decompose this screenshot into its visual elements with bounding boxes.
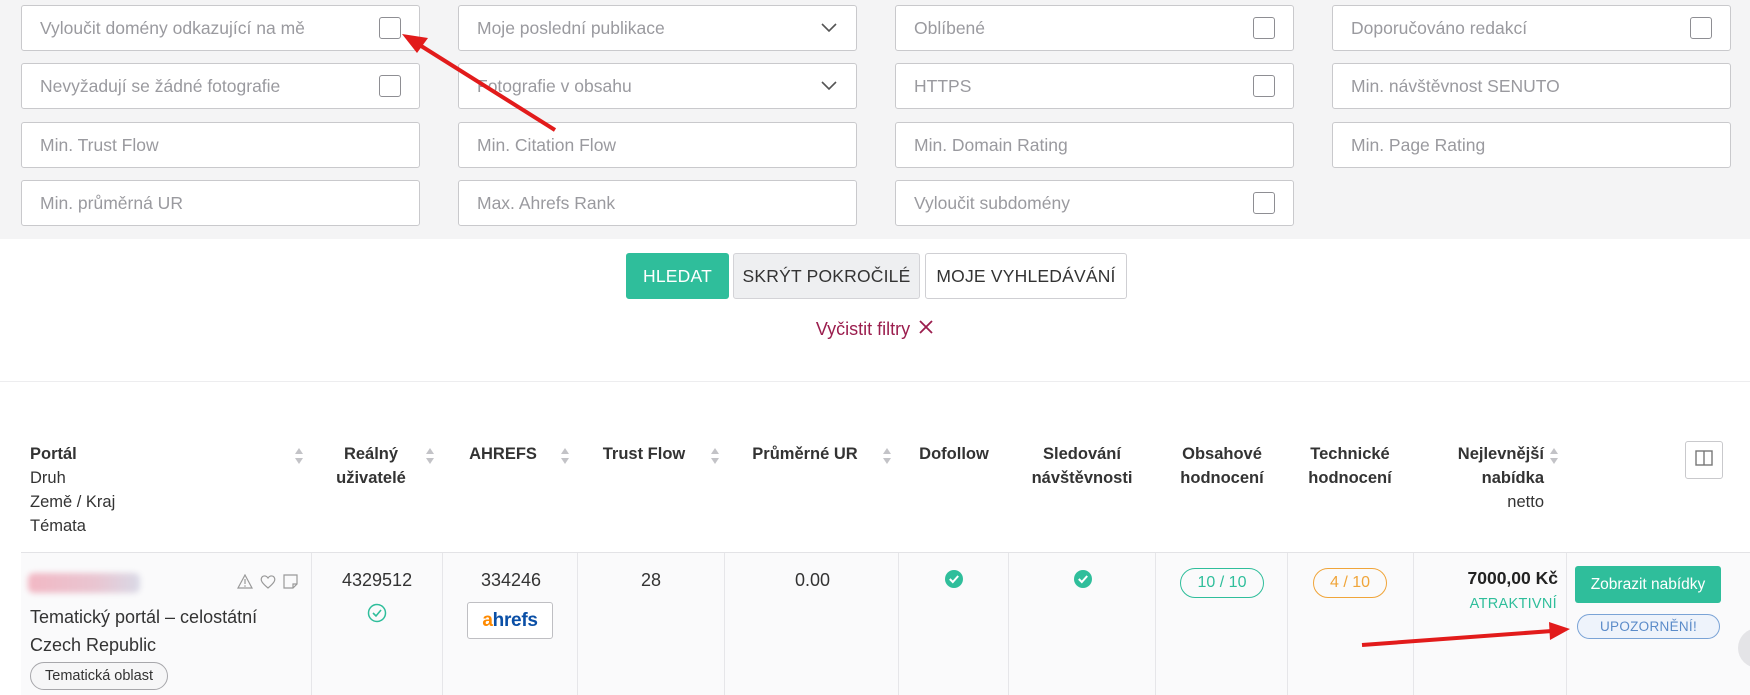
price-attractive-label: ATRAKTIVNÍ bbox=[1469, 596, 1557, 612]
avg-ur-value: 0.00 bbox=[795, 570, 831, 590]
editor-recommended-checkbox-field[interactable]: Doporučováno redakcí bbox=[1332, 5, 1731, 51]
header-cheapest-offer[interactable]: Nejlevnější nabídka netto bbox=[1440, 442, 1544, 514]
my-last-publications-select[interactable]: Moje poslední publikace bbox=[458, 5, 857, 51]
column-settings-button[interactable] bbox=[1685, 441, 1723, 479]
portal-country: Czech Republic bbox=[30, 635, 157, 655]
header-ahrefs[interactable]: AHREFS bbox=[466, 442, 540, 466]
note-icon[interactable] bbox=[283, 574, 298, 594]
exclude-referring-domains-checkbox-field[interactable]: Vyloučit domény odkazující na mě bbox=[21, 5, 420, 51]
exclude-subdomains-checkbox-field[interactable]: Vyloučit subdomény bbox=[895, 180, 1294, 226]
min-citation-flow-input[interactable]: Min. Citation Flow bbox=[458, 122, 857, 168]
sort-icon[interactable] bbox=[425, 447, 435, 465]
cheapest-price: 7000,00 Kč bbox=[1467, 568, 1559, 588]
chevron-down-icon bbox=[820, 22, 838, 34]
warning-icon[interactable] bbox=[236, 573, 254, 594]
header-portal[interactable]: Portál Druh Země / Kraj Témata bbox=[30, 442, 115, 538]
header-dofollow: Dofollow bbox=[919, 445, 989, 463]
checkbox[interactable] bbox=[379, 17, 401, 39]
topic-tag[interactable]: Tematická oblast bbox=[30, 662, 168, 690]
checkbox[interactable] bbox=[1253, 192, 1275, 214]
dofollow-check-icon bbox=[944, 569, 964, 589]
tracking-check-icon bbox=[1073, 569, 1093, 589]
max-ahrefs-rank-input[interactable]: Max. Ahrefs Rank bbox=[458, 180, 857, 226]
header-technical-rating: Technické hodnocení bbox=[1308, 445, 1392, 487]
header-trust-flow[interactable]: Trust Flow bbox=[596, 442, 692, 466]
favorites-checkbox-field[interactable]: Oblíbené bbox=[895, 5, 1294, 51]
ahrefs-value: 334246 bbox=[481, 570, 542, 590]
sort-icon[interactable] bbox=[294, 447, 304, 465]
checkbox[interactable] bbox=[1253, 17, 1275, 39]
checkbox[interactable] bbox=[1253, 75, 1275, 97]
no-photos-required-checkbox-field[interactable]: Nevyžadují se žádné fotografie bbox=[21, 63, 420, 109]
columns-icon bbox=[1695, 449, 1713, 471]
close-icon bbox=[918, 319, 934, 340]
header-content-rating: Obsahové hodnocení bbox=[1180, 445, 1264, 487]
min-domain-rating-input[interactable]: Min. Domain Rating bbox=[895, 122, 1294, 168]
sort-icon[interactable] bbox=[560, 447, 570, 465]
portal-name-blurred[interactable] bbox=[28, 573, 140, 593]
technical-rating-badge: 4 / 10 bbox=[1313, 568, 1387, 598]
header-avg-ur[interactable]: Průměrné UR bbox=[750, 442, 860, 466]
search-button[interactable]: HLEDAT bbox=[626, 253, 729, 299]
min-trust-flow-input[interactable]: Min. Trust Flow bbox=[21, 122, 420, 168]
min-avg-ur-input[interactable]: Min. průměrná UR bbox=[21, 180, 420, 226]
heart-icon[interactable] bbox=[260, 574, 276, 594]
warning-button[interactable]: UPOZORNĚNÍ! bbox=[1577, 614, 1720, 639]
row-actions bbox=[236, 573, 298, 594]
checkbox[interactable] bbox=[1690, 17, 1712, 39]
verified-check-icon bbox=[367, 603, 387, 623]
hide-advanced-button[interactable]: SKRÝT POKROČILÉ bbox=[733, 253, 920, 299]
header-real-users[interactable]: Reálný uživatelé bbox=[328, 442, 414, 490]
sort-icon[interactable] bbox=[882, 447, 892, 465]
https-checkbox-field[interactable]: HTTPS bbox=[895, 63, 1294, 109]
filter-panel: Vyloučit domény odkazující na mě Moje po… bbox=[0, 0, 1750, 239]
divider bbox=[0, 381, 1750, 382]
show-offers-button[interactable]: Zobrazit nabídky bbox=[1575, 566, 1721, 603]
ahrefs-logo[interactable]: a hrefs bbox=[467, 602, 553, 639]
clear-filters-link[interactable]: Vyčistit filtry bbox=[0, 319, 1750, 340]
chevron-down-icon bbox=[820, 80, 838, 92]
my-searches-button[interactable]: MOJE VYHLEDÁVÁNÍ bbox=[925, 253, 1127, 299]
min-page-rating-input[interactable]: Min. Page Rating bbox=[1332, 122, 1731, 168]
min-senuto-input[interactable]: Min. návštěvnost SENUTO bbox=[1332, 63, 1731, 109]
portal-type: Tematický portál – celostátní bbox=[30, 607, 258, 627]
real-users-value: 4329512 bbox=[342, 570, 413, 590]
trust-flow-value: 28 bbox=[641, 570, 662, 590]
header-traffic-tracking: Sledování návštěvnosti bbox=[1031, 445, 1133, 487]
checkbox[interactable] bbox=[379, 75, 401, 97]
sort-icon[interactable] bbox=[1549, 447, 1559, 465]
content-rating-badge: 10 / 10 bbox=[1180, 568, 1264, 598]
sort-icon[interactable] bbox=[710, 447, 720, 465]
photos-in-content-select[interactable]: Fotografie v obsahu bbox=[458, 63, 857, 109]
